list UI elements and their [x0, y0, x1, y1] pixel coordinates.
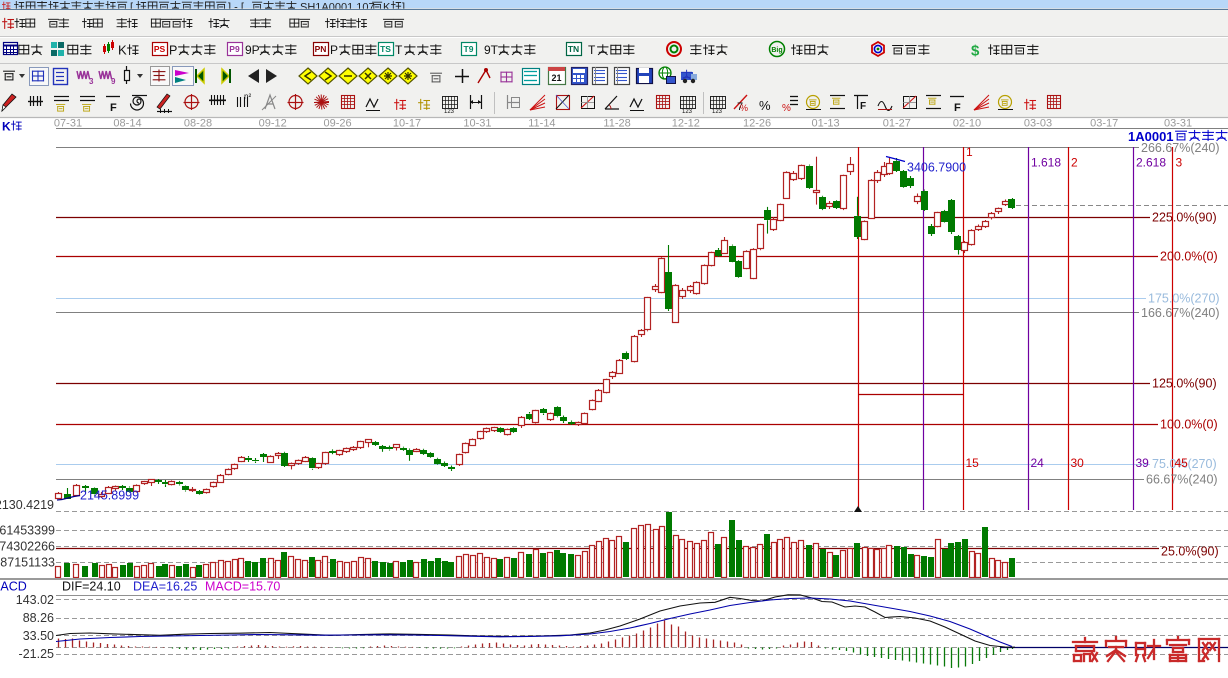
svg-text:21: 21	[551, 73, 561, 83]
svg-text:T: T	[588, 43, 596, 57]
svg-text:Big: Big	[771, 47, 782, 54]
svg-text:2130.4219: 2130.4219	[0, 498, 54, 512]
svg-text:100.0%(0): 100.0%(0)	[1160, 418, 1218, 432]
svg-text:F: F	[860, 101, 866, 112]
svg-text:TS: TS	[380, 44, 391, 54]
svg-text:2145.8999: 2145.8999	[80, 489, 139, 503]
svg-text:TN: TN	[568, 44, 579, 54]
svg-text:11-14: 11-14	[528, 118, 555, 130]
svg-text:MACD: MACD	[0, 580, 27, 594]
svg-text:PS: PS	[154, 44, 166, 54]
svg-text:25.0%(90): 25.0%(90)	[1161, 545, 1219, 559]
svg-text:01-27: 01-27	[883, 118, 911, 130]
svg-text:DEA=16.25: DEA=16.25	[133, 580, 197, 594]
svg-text:K: K	[118, 43, 127, 58]
svg-text:175.0%(270): 175.0%(270)	[1148, 292, 1220, 306]
svg-text:08-28: 08-28	[184, 118, 212, 130]
svg-text:1.618: 1.618	[1031, 156, 1061, 170]
svg-text:12-26: 12-26	[743, 118, 771, 130]
svg-text:3: 3	[1176, 156, 1183, 170]
svg-text:2: 2	[1071, 156, 1078, 170]
svg-text:187151133: 187151133	[0, 555, 55, 569]
svg-text:24: 24	[1031, 456, 1045, 470]
svg-text:200.0%(0): 200.0%(0)	[1160, 250, 1218, 264]
svg-text:561453399: 561453399	[0, 524, 55, 538]
svg-text:12-12: 12-12	[672, 118, 700, 130]
svg-text:PN: PN	[315, 44, 327, 54]
svg-text:3: 3	[89, 77, 94, 86]
svg-text:-21.25: -21.25	[19, 647, 54, 661]
svg-text:09-26: 09-26	[324, 118, 352, 130]
svg-text:MACD=15.70: MACD=15.70	[205, 580, 280, 594]
svg-text:123: 123	[712, 109, 723, 115]
svg-text:02-10: 02-10	[953, 118, 981, 130]
svg-text:09-12: 09-12	[259, 118, 287, 130]
svg-text:10-31: 10-31	[463, 118, 491, 130]
svg-text:03-31: 03-31	[1164, 118, 1192, 130]
svg-text:DIF=24.10: DIF=24.10	[62, 580, 121, 594]
svg-text:P: P	[169, 44, 177, 58]
svg-text:123: 123	[682, 109, 693, 115]
svg-text:K: K	[2, 120, 11, 134]
svg-text:15: 15	[966, 456, 980, 470]
svg-text:P9: P9	[229, 44, 240, 54]
svg-text:2.618: 2.618	[1136, 156, 1166, 170]
svg-text:125.0%(90): 125.0%(90)	[1152, 377, 1217, 391]
svg-text:10-17: 10-17	[393, 118, 421, 130]
svg-text:3406.7900: 3406.7900	[907, 161, 966, 175]
svg-text:9P: 9P	[245, 43, 260, 57]
svg-text:$: $	[971, 43, 980, 60]
svg-text:166.67%(240): 166.67%(240)	[1141, 306, 1220, 320]
svg-text:123: 123	[444, 109, 455, 115]
svg-text:n²: n²	[244, 92, 251, 101]
svg-text:03-17: 03-17	[1090, 118, 1118, 130]
svg-text:30: 30	[1071, 456, 1085, 470]
svg-text:11-28: 11-28	[603, 118, 630, 130]
svg-text:%: %	[759, 98, 771, 113]
svg-text:33.50: 33.50	[23, 629, 54, 643]
svg-text:T9: T9	[464, 44, 474, 54]
svg-text:01-13: 01-13	[812, 118, 840, 130]
svg-text:225.0%(90): 225.0%(90)	[1152, 211, 1217, 225]
svg-text:9: 9	[111, 77, 116, 86]
svg-text:1A0001: 1A0001	[1128, 129, 1174, 144]
svg-text:66.67%(240): 66.67%(240)	[1146, 473, 1218, 487]
svg-text:143.02: 143.02	[16, 593, 54, 607]
svg-text:374302266: 374302266	[0, 539, 55, 553]
svg-text:1: 1	[966, 145, 973, 159]
svg-text:07-31: 07-31	[54, 118, 82, 130]
svg-text:%: %	[782, 103, 791, 114]
svg-text:9T: 9T	[484, 43, 499, 57]
svg-text:T: T	[395, 43, 403, 57]
svg-text:F: F	[110, 102, 117, 114]
svg-text:P: P	[330, 43, 338, 57]
svg-text:88.26: 88.26	[23, 611, 54, 625]
svg-text:03-03: 03-03	[1024, 118, 1052, 130]
svg-text:39: 39	[1136, 456, 1150, 470]
svg-text:08-14: 08-14	[113, 118, 141, 130]
svg-text:F: F	[954, 102, 961, 114]
svg-text:%: %	[740, 103, 748, 113]
svg-text:45: 45	[1175, 456, 1189, 470]
